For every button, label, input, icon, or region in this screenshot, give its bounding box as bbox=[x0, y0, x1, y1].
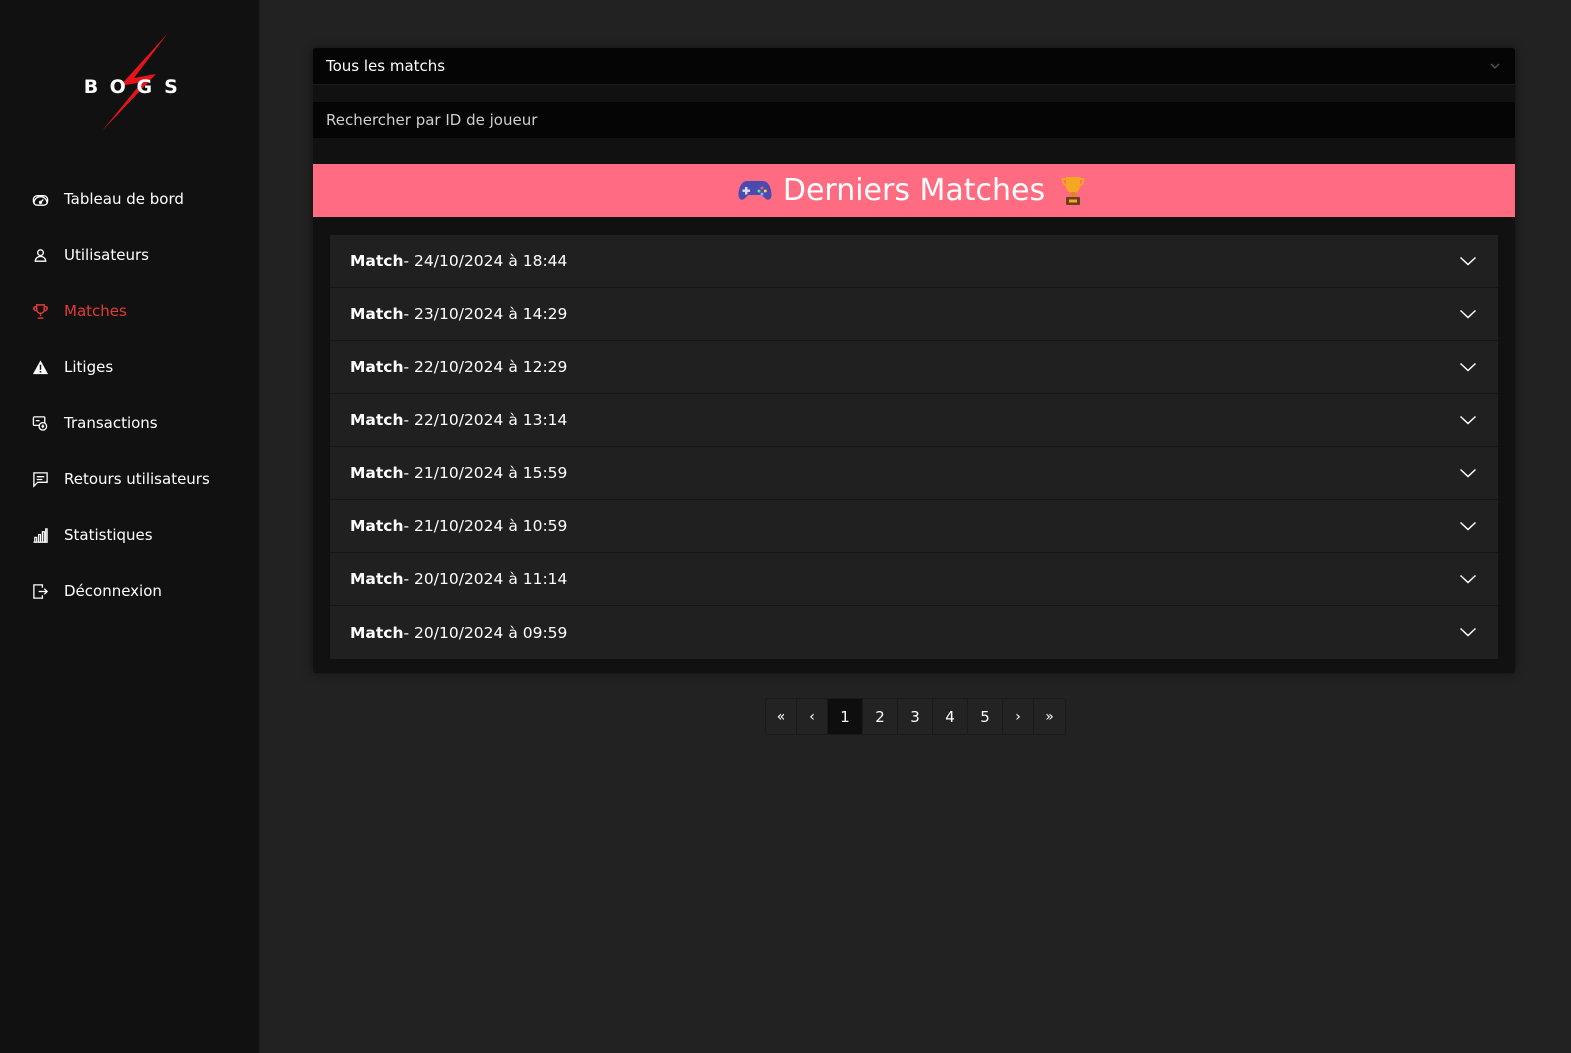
match-label: Match bbox=[350, 305, 404, 323]
pagination-last[interactable]: » bbox=[1034, 699, 1065, 734]
logo-letter-o: O bbox=[109, 76, 126, 98]
sidebar-item-label: Statistiques bbox=[64, 526, 153, 544]
chevron-down-icon[interactable] bbox=[1459, 360, 1477, 374]
match-label: Match bbox=[350, 517, 404, 535]
sidebar-nav: Tableau de bord Utilisateurs Matches Lit… bbox=[0, 171, 260, 619]
chevron-down-icon bbox=[1490, 63, 1500, 69]
sidebar-item-label: Transactions bbox=[64, 414, 158, 432]
match-row[interactable]: Match - 23/10/2024 à 14:29 bbox=[330, 288, 1498, 341]
match-label: Match bbox=[350, 570, 404, 588]
match-row[interactable]: Match - 22/10/2024 à 13:14 bbox=[330, 394, 1498, 447]
sidebar-item-users[interactable]: Utilisateurs bbox=[0, 227, 260, 283]
match-filter-select[interactable]: Tous les matchs bbox=[313, 48, 1515, 85]
feedback-icon bbox=[31, 470, 49, 488]
player-id-search-input[interactable] bbox=[313, 102, 1515, 138]
pagination-page-3[interactable]: 3 bbox=[898, 699, 933, 734]
banner-title: Derniers Matches bbox=[782, 173, 1046, 208]
logo-letter-g: G bbox=[136, 76, 153, 98]
warning-icon bbox=[31, 358, 49, 376]
pagination: « ‹ 1 2 3 4 5 › » bbox=[765, 698, 1066, 735]
sidebar-item-logout[interactable]: Déconnexion bbox=[0, 563, 260, 619]
transactions-icon bbox=[31, 414, 49, 432]
trophy-icon bbox=[1055, 176, 1091, 206]
pagination-first[interactable]: « bbox=[766, 699, 797, 734]
bogs-logo[interactable]: B O G S bbox=[70, 30, 190, 134]
gamepad-icon bbox=[737, 176, 773, 206]
match-row[interactable]: Match - 21/10/2024 à 10:59 bbox=[330, 500, 1498, 553]
match-row[interactable]: Match - 20/10/2024 à 09:59 bbox=[330, 606, 1498, 659]
chevron-down-icon[interactable] bbox=[1459, 625, 1477, 639]
logo-letter-s: S bbox=[164, 76, 178, 98]
pagination-prev[interactable]: ‹ bbox=[797, 699, 828, 734]
chevron-down-icon[interactable] bbox=[1459, 572, 1477, 586]
latest-matches-banner: Derniers Matches bbox=[313, 164, 1515, 217]
pagination-page-4[interactable]: 4 bbox=[933, 699, 968, 734]
bar-chart-icon bbox=[31, 526, 49, 544]
match-row[interactable]: Match - 24/10/2024 à 18:44 bbox=[330, 235, 1498, 288]
sidebar-item-label: Déconnexion bbox=[64, 582, 162, 600]
match-date: - 21/10/2024 à 10:59 bbox=[403, 517, 568, 535]
sidebar-item-disputes[interactable]: Litiges bbox=[0, 339, 260, 395]
pagination-page-2[interactable]: 2 bbox=[863, 699, 898, 734]
user-icon bbox=[31, 246, 49, 264]
pagination-page-1[interactable]: 1 bbox=[828, 699, 863, 734]
sidebar-item-statistics[interactable]: Statistiques bbox=[0, 507, 260, 563]
match-date: - 20/10/2024 à 11:14 bbox=[403, 570, 568, 588]
match-date: - 23/10/2024 à 14:29 bbox=[403, 305, 568, 323]
sidebar: B O G S Tableau de bord Utilisateurs Mat… bbox=[0, 0, 260, 1053]
sidebar-item-label: Matches bbox=[64, 302, 127, 320]
dashboard-gauge-icon bbox=[31, 190, 49, 208]
match-row[interactable]: Match - 20/10/2024 à 11:14 bbox=[330, 553, 1498, 606]
sidebar-item-dashboard[interactable]: Tableau de bord bbox=[0, 171, 260, 227]
sidebar-item-feedback[interactable]: Retours utilisateurs bbox=[0, 451, 260, 507]
sidebar-item-label: Tableau de bord bbox=[64, 190, 184, 208]
chevron-down-icon[interactable] bbox=[1459, 519, 1477, 533]
match-filter-value: Tous les matchs bbox=[326, 57, 446, 75]
logo-letter-b: B bbox=[83, 76, 99, 98]
sidebar-item-label: Utilisateurs bbox=[64, 246, 149, 264]
logo-text: B O G S bbox=[70, 76, 190, 98]
match-date: - 24/10/2024 à 18:44 bbox=[403, 252, 568, 270]
chevron-down-icon[interactable] bbox=[1459, 466, 1477, 480]
match-row[interactable]: Match - 21/10/2024 à 15:59 bbox=[330, 447, 1498, 500]
sidebar-item-label: Retours utilisateurs bbox=[64, 470, 210, 488]
sidebar-item-label: Litiges bbox=[64, 358, 114, 376]
sidebar-item-matches[interactable]: Matches bbox=[0, 283, 260, 339]
chevron-down-icon[interactable] bbox=[1459, 254, 1477, 268]
match-label: Match bbox=[350, 411, 404, 429]
match-date: - 22/10/2024 à 12:29 bbox=[403, 358, 568, 376]
trophy-icon bbox=[31, 302, 49, 320]
match-label: Match bbox=[350, 252, 404, 270]
chevron-down-icon[interactable] bbox=[1459, 307, 1477, 321]
pagination-page-5[interactable]: 5 bbox=[968, 699, 1003, 734]
match-label: Match bbox=[350, 464, 404, 482]
match-list: Match - 24/10/2024 à 18:44 Match - 23/10/2… bbox=[330, 235, 1498, 659]
match-label: Match bbox=[350, 623, 404, 642]
match-label: Match bbox=[350, 358, 404, 376]
match-date: - 20/10/2024 à 09:59 bbox=[403, 623, 568, 642]
sidebar-item-transactions[interactable]: Transactions bbox=[0, 395, 260, 451]
matches-card: Tous les matchs Derniers Matches bbox=[313, 48, 1515, 673]
logout-icon bbox=[31, 582, 49, 600]
pagination-next[interactable]: › bbox=[1003, 699, 1034, 734]
match-row[interactable]: Match - 22/10/2024 à 12:29 bbox=[330, 341, 1498, 394]
match-date: - 21/10/2024 à 15:59 bbox=[403, 464, 568, 482]
match-date: - 22/10/2024 à 13:14 bbox=[403, 411, 568, 429]
chevron-down-icon[interactable] bbox=[1459, 413, 1477, 427]
